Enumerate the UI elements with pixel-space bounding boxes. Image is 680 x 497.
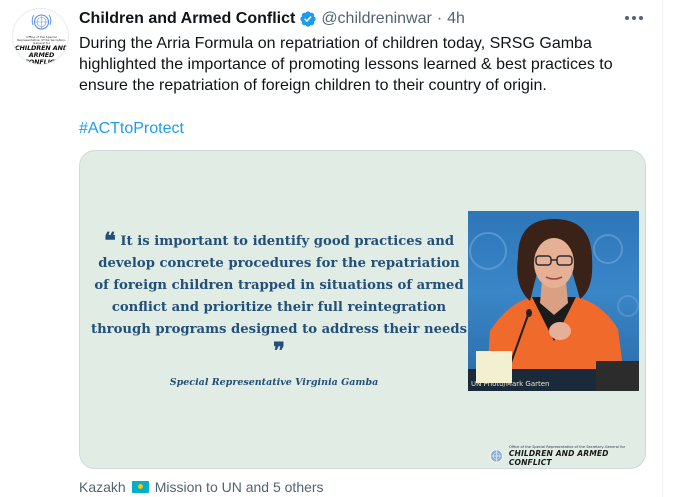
un-emblem-icon [31, 14, 52, 30]
avatar-title: CHILDREN AND ARMED CONFLICT [14, 44, 69, 65]
image-quote: ❝ It is important to identify good pract… [90, 228, 468, 364]
tweet-image[interactable]: ❝ It is important to identify good pract… [79, 150, 646, 469]
verified-badge-icon [300, 11, 316, 27]
user-handle[interactable]: @childreninwar [321, 10, 432, 28]
speaker-photo-illustration [468, 219, 639, 391]
tweet-header: Children and Armed Conflict @childreninw… [79, 8, 465, 30]
image-footer-logo: Office of the Special Representative of … [488, 445, 645, 467]
timestamp[interactable]: 4h [447, 10, 465, 28]
photo-credit: UN Photo/Mark Garten [471, 380, 550, 388]
tagged-user-link[interactable]: Kazakh [79, 479, 126, 495]
quote-text: It is important to identify good practic… [91, 234, 467, 337]
un-emblem-icon [489, 449, 503, 463]
display-name[interactable]: Children and Armed Conflict [79, 10, 295, 28]
footer-title: CHILDREN AND ARMED CONFLICT [508, 449, 609, 467]
kazakhstan-flag-icon [131, 481, 149, 493]
avatar[interactable]: Office of the Special Representative of … [12, 8, 69, 65]
separator-dot: · [436, 10, 443, 27]
speaker-photo: UN Photo/Mark Garten [468, 211, 639, 391]
hashtag-link[interactable]: #ACTtoProtect [79, 118, 184, 139]
quote-attribution: Special Representative Virginia Gamba [169, 377, 379, 388]
close-quote-icon: ❞ [273, 338, 285, 364]
tweet-text: During the Arria Formula on repatriation… [79, 35, 613, 94]
tagged-others-link[interactable]: Mission to UN and 5 others [155, 479, 324, 495]
more-options-icon[interactable] [620, 8, 648, 28]
tagged-people: Kazakh Mission to UN and 5 others [79, 478, 324, 496]
timeline-border [662, 0, 663, 497]
open-quote-icon: ❝ [103, 228, 116, 254]
